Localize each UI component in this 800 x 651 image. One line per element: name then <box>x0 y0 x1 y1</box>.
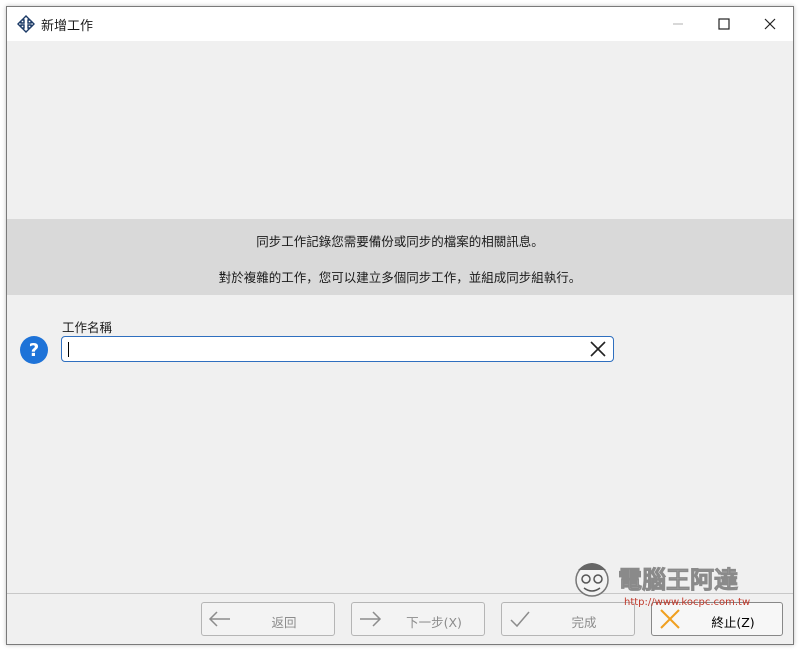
clear-icon[interactable] <box>589 340 607 358</box>
info-banner: 同步工作記錄您需要備份或同步的檔案的相關訊息。 對於複雜的工作，您可以建立多個同… <box>7 219 793 295</box>
minimize-icon <box>673 23 683 25</box>
minimize-button[interactable] <box>655 7 701 41</box>
watermark: 電腦王阿達 http://www.kocpc.com.tw <box>575 563 750 608</box>
task-name-input[interactable] <box>61 336 614 362</box>
help-icon[interactable]: ? <box>20 336 48 364</box>
close-icon <box>764 18 776 30</box>
title-bar: 新增工作 <box>7 7 793 41</box>
task-name-label: 工作名稱 <box>62 320 113 335</box>
watermark-url: http://www.kocpc.com.tw <box>624 597 750 608</box>
info-text-line1: 同步工作記錄您需要備份或同步的檔案的相關訊息。 <box>256 234 544 249</box>
arrow-left-icon <box>208 611 230 627</box>
maximize-button[interactable] <box>701 7 747 41</box>
text-caret <box>68 342 69 357</box>
close-button[interactable] <box>747 7 793 41</box>
checkmark-icon <box>510 611 530 628</box>
app-logo-icon <box>17 15 35 33</box>
watermark-name: 電腦王阿達 <box>618 566 738 594</box>
back-label: 返回 <box>271 615 297 630</box>
maximize-icon <box>718 18 730 30</box>
arrow-right-icon <box>360 611 382 627</box>
next-label: 下一步(X) <box>406 615 462 630</box>
info-text-line2: 對於複雜的工作，您可以建立多個同步工作，並組成同步組執行。 <box>218 270 582 285</box>
next-button[interactable]: 下一步(X) <box>351 602 485 636</box>
mascot-logo <box>575 563 609 597</box>
window-title: 新增工作 <box>41 19 94 34</box>
back-button[interactable]: 返回 <box>201 602 335 636</box>
